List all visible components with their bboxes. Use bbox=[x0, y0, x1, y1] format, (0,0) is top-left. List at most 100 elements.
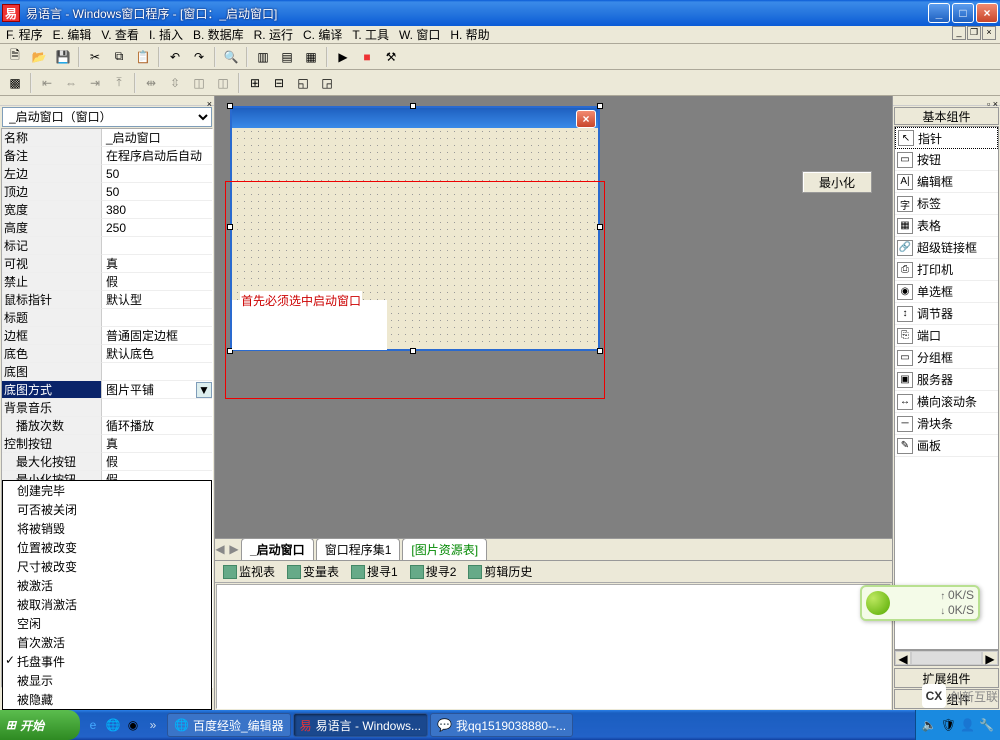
tab-program-set[interactable]: 窗口程序集1 bbox=[316, 538, 401, 560]
system-tray[interactable]: 🔈 🛡 👤 🔧 bbox=[915, 710, 1000, 740]
component-palette[interactable]: ↖指针▭按钮A|编辑框字标签▦表格🔗超级链接框⎙打印机◉单选框↕调节器⎘端口▭分… bbox=[894, 126, 999, 650]
prop-row-控制按钮[interactable]: 控制按钮真 bbox=[2, 435, 212, 453]
align-left-icon[interactable]: ⇤ bbox=[36, 72, 58, 94]
event-尺寸被改变[interactable]: 尺寸被改变 bbox=[3, 557, 211, 576]
prop-row-备注[interactable]: 备注在程序启动后自动 bbox=[2, 147, 212, 165]
component-编辑框[interactable]: A|编辑框 bbox=[895, 171, 998, 193]
open-icon[interactable]: 📂 bbox=[28, 46, 50, 68]
prop-row-最大化按钮[interactable]: 最大化按钮假 bbox=[2, 453, 212, 471]
centerh-icon[interactable]: ⊞ bbox=[244, 72, 266, 94]
tab-resource-table[interactable]: [图片资源表] bbox=[402, 538, 487, 560]
event-被显示[interactable]: 被显示 bbox=[3, 671, 211, 690]
dbg-find2[interactable]: 搜寻2 bbox=[406, 562, 461, 581]
run-icon[interactable]: ▶ bbox=[332, 46, 354, 68]
event-被激活[interactable]: 被激活 bbox=[3, 576, 211, 595]
layout2-icon[interactable]: ▤ bbox=[276, 46, 298, 68]
samesize-icon[interactable]: ◫ bbox=[212, 72, 234, 94]
component-端口[interactable]: ⎘端口 bbox=[895, 325, 998, 347]
prop-row-底色[interactable]: 底色默认底色 bbox=[2, 345, 212, 363]
event-首次激活[interactable]: 首次激活 bbox=[3, 633, 211, 652]
event-被取消激活[interactable]: 被取消激活 bbox=[3, 595, 211, 614]
form-designer[interactable]: × 最小化 首先必须选中启动窗口 bbox=[215, 96, 892, 538]
menu-window[interactable]: W. 窗口 bbox=[397, 26, 442, 43]
prop-row-背景音乐[interactable]: 背景音乐 bbox=[2, 399, 212, 417]
close-button[interactable]: × bbox=[976, 3, 998, 23]
maximize-button[interactable]: □ bbox=[952, 3, 974, 23]
component-打印机[interactable]: ⎙打印机 bbox=[895, 259, 998, 281]
component-分组框[interactable]: ▭分组框 bbox=[895, 347, 998, 369]
component-超级链接框[interactable]: 🔗超级链接框 bbox=[895, 237, 998, 259]
tab-prev-icon[interactable]: ◀ bbox=[213, 539, 227, 559]
dbg-watch[interactable]: 监视表 bbox=[219, 562, 279, 581]
prop-row-高度[interactable]: 高度250 bbox=[2, 219, 212, 237]
tab-startup-window[interactable]: _启动窗口 bbox=[241, 538, 314, 560]
tray-icon3[interactable]: 👤 bbox=[960, 718, 975, 732]
prop-row-标题[interactable]: 标题 bbox=[2, 309, 212, 327]
palette-hscroll[interactable]: ◀ ▶ bbox=[894, 650, 999, 666]
task-qq[interactable]: 💬我qq1519038880--... bbox=[430, 713, 573, 737]
panel-close-icon[interactable]: × bbox=[207, 99, 214, 109]
event-dropdown[interactable]: 创建完毕可否被关闭将被销毁位置被改变尺寸被改变被激活被取消激活空闲首次激活托盘事… bbox=[2, 480, 212, 710]
redo-icon[interactable]: ↷ bbox=[188, 46, 210, 68]
event-托盘事件[interactable]: 托盘事件 bbox=[3, 652, 211, 671]
menu-help[interactable]: H. 帮助 bbox=[448, 26, 491, 43]
component-横向滚动条[interactable]: ↔横向滚动条 bbox=[895, 391, 998, 413]
component-单选框[interactable]: ◉单选框 bbox=[895, 281, 998, 303]
component-服务器[interactable]: ▣服务器 bbox=[895, 369, 998, 391]
layout1-icon[interactable]: ▥ bbox=[252, 46, 274, 68]
paste-icon[interactable]: 📋 bbox=[132, 46, 154, 68]
layout3-icon[interactable]: ▦ bbox=[300, 46, 322, 68]
menu-database[interactable]: B. 数据库 bbox=[191, 26, 246, 43]
right-handle[interactable]: ▫ × bbox=[893, 96, 1000, 106]
debug-body[interactable] bbox=[216, 584, 891, 709]
cut-icon[interactable]: ✂ bbox=[84, 46, 106, 68]
object-selector[interactable]: _启动窗口（窗口） bbox=[2, 107, 212, 127]
event-位置被改变[interactable]: 位置被改变 bbox=[3, 538, 211, 557]
find-icon[interactable]: 🔍 bbox=[220, 46, 242, 68]
tray-icon1[interactable]: 🔈 bbox=[922, 718, 937, 732]
align-top-icon[interactable]: ⤒ bbox=[108, 72, 130, 94]
browser-icon[interactable]: 🌐 bbox=[104, 715, 122, 735]
dbg-vars[interactable]: 变量表 bbox=[283, 562, 343, 581]
hspace-icon[interactable]: ⇹ bbox=[140, 72, 162, 94]
grid-icon[interactable]: ▩ bbox=[4, 72, 26, 94]
prop-row-宽度[interactable]: 宽度380 bbox=[2, 201, 212, 219]
front-icon[interactable]: ◱ bbox=[292, 72, 314, 94]
component-按钮[interactable]: ▭按钮 bbox=[895, 149, 998, 171]
component-表格[interactable]: ▦表格 bbox=[895, 215, 998, 237]
mdi-close[interactable]: × bbox=[982, 26, 996, 40]
prop-row-禁止[interactable]: 禁止假 bbox=[2, 273, 212, 291]
chrome-icon[interactable]: ◉ bbox=[124, 715, 142, 735]
minimize-button[interactable]: _ bbox=[928, 3, 950, 23]
ie-icon[interactable]: e bbox=[84, 715, 102, 735]
right-close-icon[interactable]: ▫ × bbox=[987, 99, 1000, 109]
component-滑块条[interactable]: ─滑块条 bbox=[895, 413, 998, 435]
event-可否被关闭[interactable]: 可否被关闭 bbox=[3, 500, 211, 519]
vspace-icon[interactable]: ⇳ bbox=[164, 72, 186, 94]
tray-icon2[interactable]: 🛡 bbox=[941, 718, 956, 732]
prop-row-底图[interactable]: 底图 bbox=[2, 363, 212, 381]
menu-run[interactable]: R. 运行 bbox=[252, 26, 295, 43]
stop-icon[interactable]: ■ bbox=[356, 46, 378, 68]
mdi-restore[interactable]: ❐ bbox=[967, 26, 981, 40]
centerv-icon[interactable]: ⊟ bbox=[268, 72, 290, 94]
prop-row-标记[interactable]: 标记 bbox=[2, 237, 212, 255]
tab-next-icon[interactable]: ▶ bbox=[227, 539, 241, 559]
dbg-clip[interactable]: 剪辑历史 bbox=[464, 562, 536, 581]
scroll-right-icon[interactable]: ▶ bbox=[982, 651, 998, 665]
menu-compile[interactable]: C. 编译 bbox=[301, 26, 344, 43]
component-标签[interactable]: 字标签 bbox=[895, 193, 998, 215]
dbg-find1[interactable]: 搜寻1 bbox=[347, 562, 402, 581]
task-baidu[interactable]: 🌐百度经验_编辑器 bbox=[167, 713, 291, 737]
prop-row-可视[interactable]: 可视真 bbox=[2, 255, 212, 273]
prop-row-鼠标指针[interactable]: 鼠标指针默认型 bbox=[2, 291, 212, 309]
panel-handle[interactable]: × bbox=[0, 96, 214, 106]
compile-icon[interactable]: ⚒ bbox=[380, 46, 402, 68]
component-指针[interactable]: ↖指针 bbox=[895, 127, 998, 149]
prop-row-左边[interactable]: 左边50 bbox=[2, 165, 212, 183]
event-创建完毕[interactable]: 创建完毕 bbox=[3, 481, 211, 500]
back-icon[interactable]: ◲ bbox=[316, 72, 338, 94]
prop-row-播放次数[interactable]: 播放次数循环播放 bbox=[2, 417, 212, 435]
size-icon[interactable]: ◫ bbox=[188, 72, 210, 94]
save-icon[interactable]: 💾 bbox=[52, 46, 74, 68]
